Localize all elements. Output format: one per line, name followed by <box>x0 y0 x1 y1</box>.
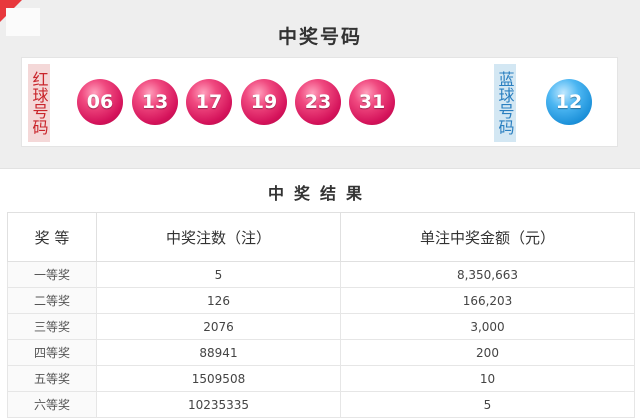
red-ball: 31 <box>349 79 395 125</box>
prize-grade: 四等奖 <box>7 339 97 366</box>
red-ball: 23 <box>295 79 341 125</box>
blue-ball: 12 <box>546 79 592 125</box>
winner-count: 10235335 <box>96 391 341 418</box>
winning-numbers-card: 中奖号码 红球号码 06 13 17 19 23 31 蓝球号码 12 <box>0 0 640 169</box>
winner-count: 1509508 <box>96 365 341 392</box>
red-ball: 17 <box>186 79 232 125</box>
red-ball-label: 红球号码 <box>28 64 50 142</box>
table-row: 五等奖 1509508 10 <box>7 365 635 392</box>
prize-amount: 166,203 <box>340 287 635 314</box>
table-row: 一等奖 5 8,350,663 <box>7 261 635 288</box>
table-row: 六等奖 10235335 5 <box>7 391 635 418</box>
winner-count: 5 <box>96 261 341 288</box>
winner-count: 2076 <box>96 313 341 340</box>
red-ball: 06 <box>77 79 123 125</box>
winner-count: 126 <box>96 287 341 314</box>
header-grade: 奖 等 <box>7 212 97 262</box>
prize-amount: 8,350,663 <box>340 261 635 288</box>
prize-grade: 二等奖 <box>7 287 97 314</box>
table-row: 二等奖 126 166,203 <box>7 287 635 314</box>
prize-grade: 三等奖 <box>7 313 97 340</box>
red-ball: 13 <box>132 79 178 125</box>
results-title: 中奖结果 <box>267 184 372 203</box>
balls-panel: 红球号码 06 13 17 19 23 31 蓝球号码 12 <box>21 57 618 147</box>
table-row: 三等奖 2076 3,000 <box>7 313 635 340</box>
prize-amount: 200 <box>340 339 635 366</box>
results-table: 奖 等 中奖注数（注） 单注中奖金额（元） 一等奖 5 8,350,663 二等… <box>7 212 635 418</box>
prize-amount: 3,000 <box>340 313 635 340</box>
prize-grade: 六等奖 <box>7 391 97 418</box>
prize-grade: 一等奖 <box>7 261 97 288</box>
prize-amount: 10 <box>340 365 635 392</box>
table-row: 四等奖 88941 200 <box>7 339 635 366</box>
winner-count: 88941 <box>96 339 341 366</box>
prize-grade: 五等奖 <box>7 365 97 392</box>
table-header-row: 奖 等 中奖注数（注） 单注中奖金额（元） <box>7 212 635 262</box>
blue-ball-label: 蓝球号码 <box>494 64 516 142</box>
header-amount: 单注中奖金额（元） <box>340 212 635 262</box>
header-count: 中奖注数（注） <box>96 212 341 262</box>
winning-numbers-title: 中奖号码 <box>277 26 362 48</box>
red-ball: 19 <box>241 79 287 125</box>
prize-amount: 5 <box>340 391 635 418</box>
